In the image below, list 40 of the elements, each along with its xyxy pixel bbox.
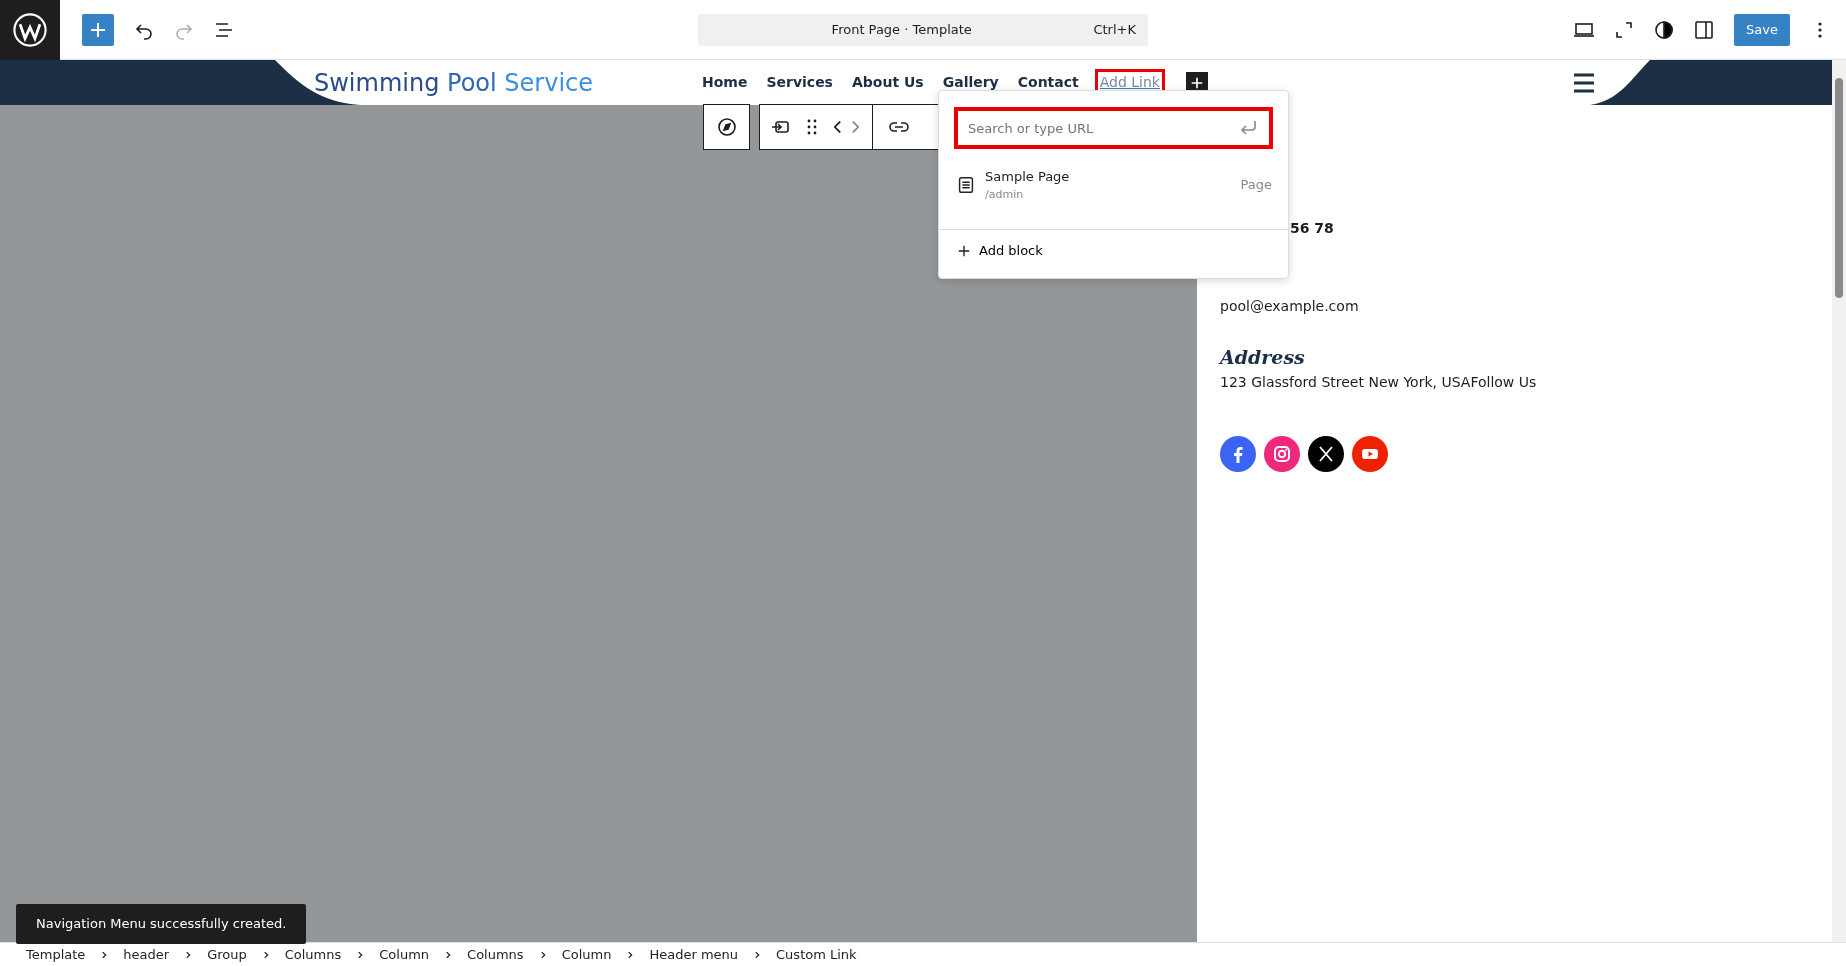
nav-link[interactable]: Home — [702, 72, 748, 93]
breadcrumb-link[interactable]: Header menu — [649, 944, 739, 965]
address-heading: Address — [1220, 345, 1306, 370]
command-bar[interactable]: Front Page · Template Ctrl+K — [698, 14, 1148, 46]
address-text: 123 Glassford Street New York, USAFollow Us — [1220, 372, 1538, 392]
nav-link[interactable]: Contact — [1017, 72, 1079, 93]
add-block-button[interactable]: Add block — [939, 240, 1059, 262]
x-icon[interactable] — [1308, 435, 1344, 472]
breadcrumb-link[interactable]: header — [123, 944, 170, 965]
search-field[interactable]: Search or type URL — [954, 107, 1273, 149]
nav-link[interactable]: About Us — [851, 72, 924, 93]
move-right-icon — [851, 121, 859, 133]
save-button[interactable]: Save — [1734, 14, 1790, 46]
add-link-item[interactable]: Add Link — [1097, 72, 1162, 93]
breadcrumb-link[interactable]: Custom Link — [776, 944, 857, 965]
instagram-icon[interactable] — [1264, 435, 1300, 472]
menu-icon[interactable] — [1572, 71, 1596, 94]
result-type: Page — [1240, 176, 1272, 195]
youtube-icon[interactable] — [1352, 435, 1388, 472]
breadcrumb-link[interactable]: Columns — [467, 944, 524, 965]
email-address: pool@example.com — [1220, 297, 1360, 316]
phone-number: 56 78 — [1290, 219, 1335, 238]
facebook-icon[interactable] — [1220, 435, 1256, 472]
breadcrumb-link[interactable]: Template — [26, 944, 86, 965]
search-result[interactable]: Sample Page /admin Page — [939, 159, 1288, 211]
wordpress-logo[interactable] — [0, 0, 60, 60]
result-title: Sample Page — [985, 168, 1071, 186]
move-left-icon — [833, 121, 841, 133]
more-icon — [1818, 22, 1822, 38]
notification-toast: Navigation Menu successfully created. — [16, 904, 307, 944]
add-block-button[interactable] — [82, 14, 114, 46]
nav-link[interactable]: Services — [766, 72, 833, 93]
result-path: /admin — [985, 186, 1025, 203]
nav-link[interactable]: Gallery — [942, 72, 999, 93]
site-title[interactable]: Swimming Pool Service — [314, 64, 702, 101]
breadcrumb-link[interactable]: Column — [561, 944, 612, 965]
breadcrumb-link[interactable]: Columns — [284, 944, 342, 965]
scrollbar[interactable] — [1832, 60, 1846, 942]
breadcrumb-link[interactable]: Column — [379, 944, 430, 965]
breadcrumb-link[interactable]: Group — [207, 944, 247, 965]
